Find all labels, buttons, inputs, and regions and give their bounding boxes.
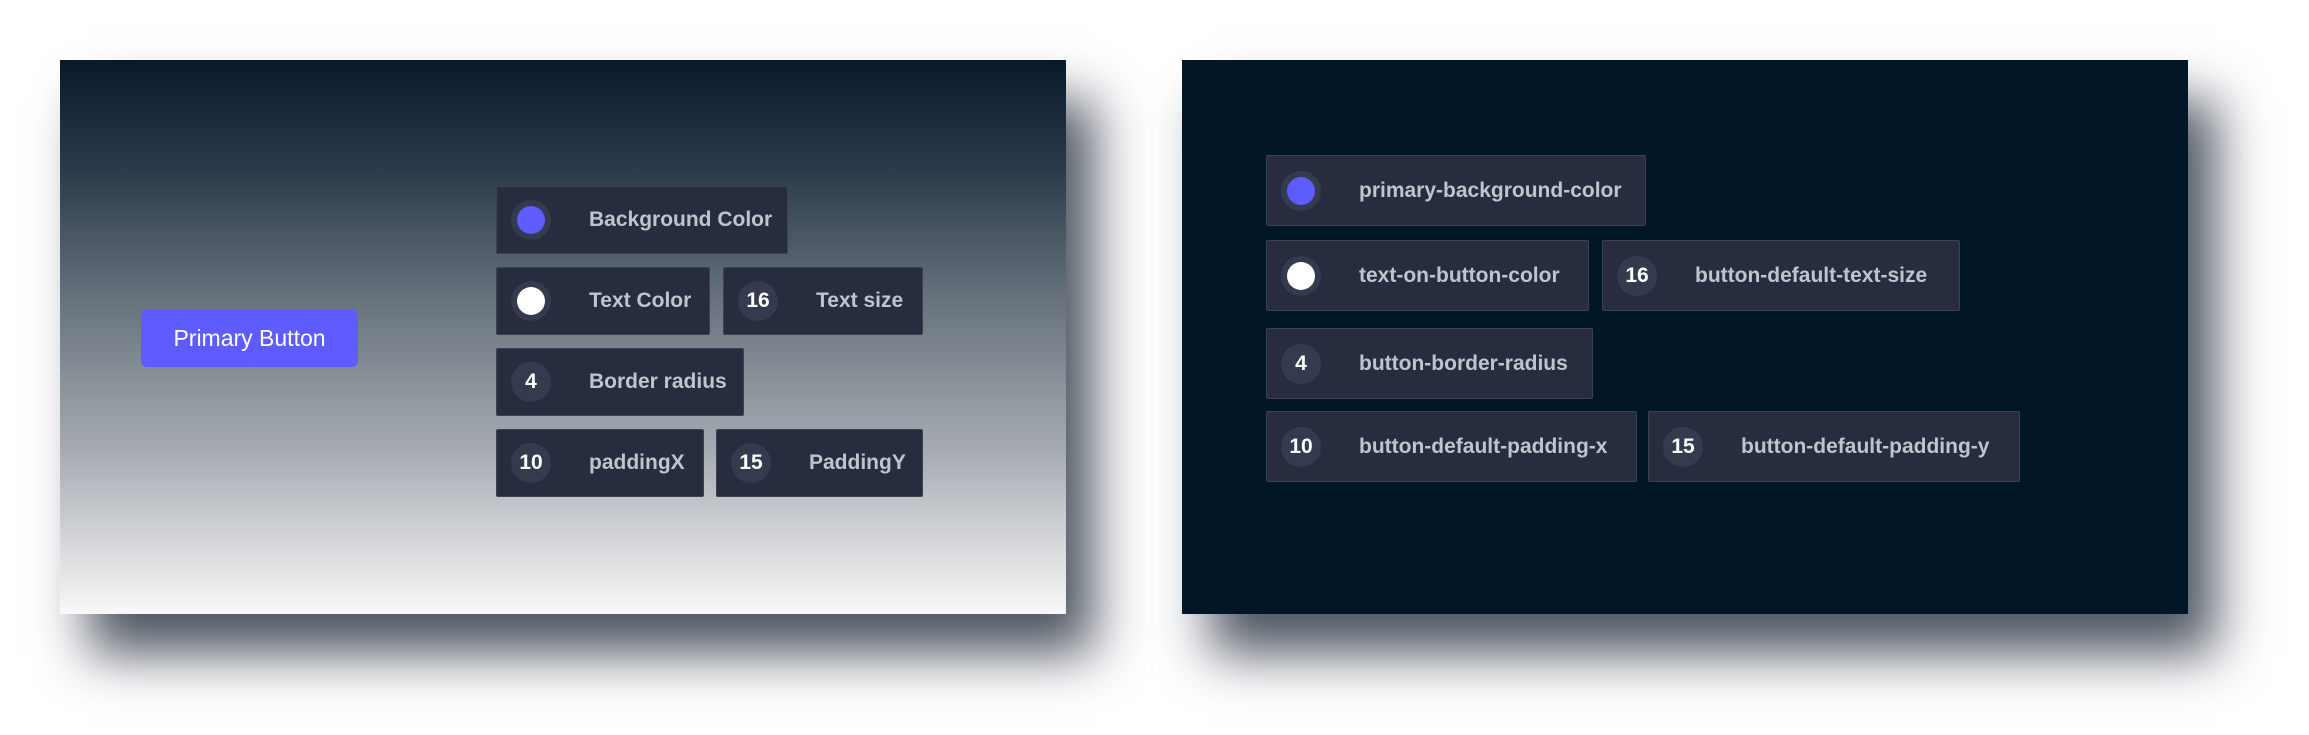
chip-text-color[interactable]: Text Color: [496, 267, 710, 335]
token-button-default-padding-y[interactable]: 15 button-default-padding-y: [1648, 411, 2020, 482]
design-tokens-panel: primary-background-color text-on-button-…: [1182, 60, 2188, 614]
swatch-dot: [1287, 176, 1315, 205]
value-badge: 4: [1281, 343, 1321, 384]
color-swatch-icon: [511, 281, 551, 321]
token-text-on-button-color[interactable]: text-on-button-color: [1266, 240, 1589, 311]
value-badge: 10: [1281, 426, 1321, 467]
value-badge: 10: [511, 443, 551, 483]
color-swatch-icon: [1281, 255, 1321, 296]
value-badge: 15: [731, 443, 771, 483]
chip-label: button-default-padding-x: [1359, 434, 1608, 458]
token-primary-background-color[interactable]: primary-background-color: [1266, 155, 1646, 226]
button-preview-panel: Primary Button Background Color Text Col…: [60, 60, 1066, 614]
value-badge: 16: [1617, 255, 1657, 296]
chip-label: button-default-text-size: [1695, 263, 1928, 287]
chip-border-radius[interactable]: 4 Border radius: [496, 348, 744, 416]
value-badge: 4: [511, 362, 551, 402]
chip-label: button-border-radius: [1359, 351, 1568, 375]
chip-label: Background Color: [589, 208, 773, 231]
chip-text-size[interactable]: 16 Text size: [723, 267, 923, 335]
chip-background-color[interactable]: Background Color: [496, 186, 788, 254]
color-swatch-icon: [511, 200, 551, 240]
token-button-border-radius[interactable]: 4 button-border-radius: [1266, 328, 1593, 399]
chip-label: button-default-padding-y: [1741, 434, 1990, 458]
chip-label: Text Color: [589, 289, 692, 312]
value-badge: 16: [738, 281, 778, 321]
chip-padding-x[interactable]: 10 paddingX: [496, 429, 704, 497]
token-button-default-text-size[interactable]: 16 button-default-text-size: [1602, 240, 1960, 311]
swatch-dot: [517, 287, 545, 315]
color-swatch-icon: [1281, 170, 1321, 211]
primary-button[interactable]: Primary Button: [141, 309, 358, 367]
swatch-dot: [1287, 261, 1315, 290]
chip-label: primary-background-color: [1359, 178, 1622, 202]
chip-padding-y[interactable]: 15 PaddingY: [716, 429, 923, 497]
chip-label: PaddingY: [809, 451, 906, 474]
swatch-dot: [517, 206, 545, 234]
chip-label: paddingX: [589, 451, 685, 474]
chip-label: Border radius: [589, 370, 727, 393]
chip-label: Text size: [816, 289, 904, 312]
value-badge: 15: [1663, 426, 1703, 467]
token-button-default-padding-x[interactable]: 10 button-default-padding-x: [1266, 411, 1637, 482]
chip-label: text-on-button-color: [1359, 263, 1560, 287]
